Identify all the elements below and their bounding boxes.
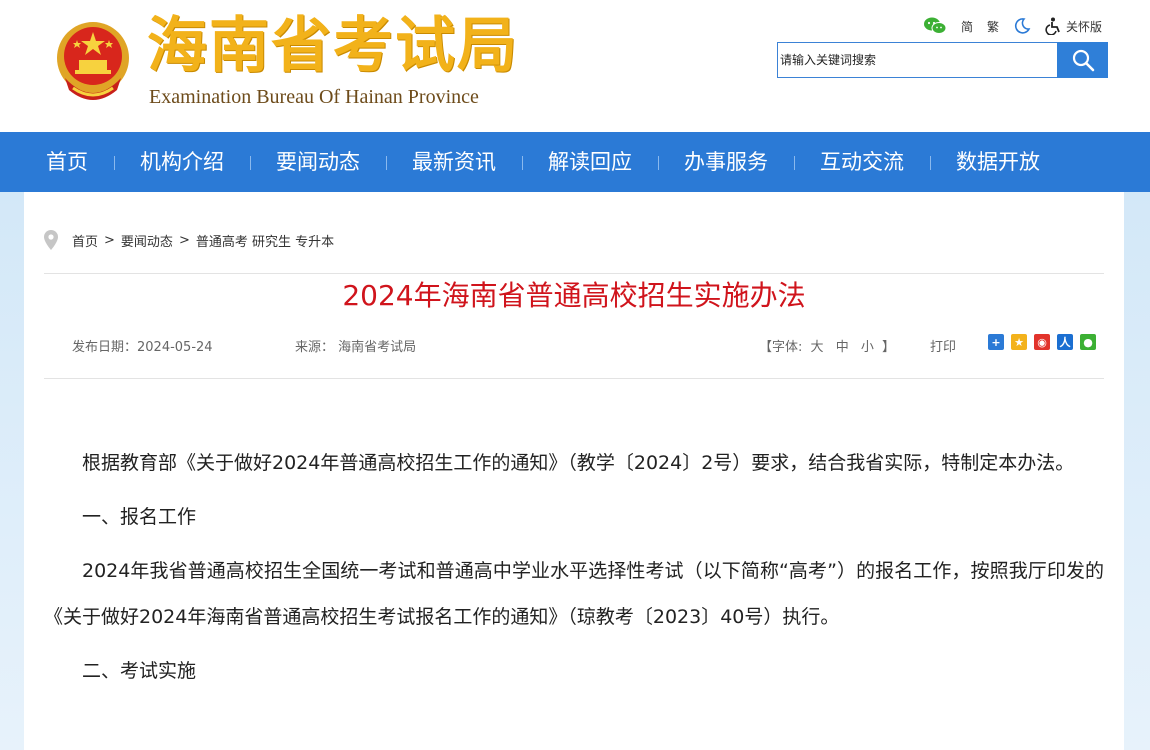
font-size-controls: 【字体: 大 中 小 】 (759, 336, 895, 355)
search-input[interactable] (777, 42, 1057, 78)
accessibility-link[interactable]: 关怀版 (1045, 17, 1102, 35)
section-heading: 二、考试实施 (82, 660, 197, 682)
content-background: 首页 > 要闻动态 > 普通高考 研究生 专升本 2024年海南省普通高校招生实… (0, 192, 1150, 750)
site-header: 海南省考试局 Examination Bureau Of Hainan Prov… (0, 0, 1150, 132)
nav-item-open-data[interactable]: 数据开放 (930, 132, 1066, 192)
share-weibo-icon[interactable]: ◉ (1034, 334, 1050, 350)
site-subtitle: Examination Bureau Of Hainan Province (149, 86, 479, 108)
wheelchair-icon (1045, 17, 1060, 35)
font-label-open: 【字体: (759, 340, 803, 355)
article-source: 来源： 海南省考试局 (295, 340, 417, 355)
nav-item-interaction[interactable]: 互动交流 (794, 132, 930, 192)
paragraph: 根据教育部《关于做好2024年普通高校招生工作的通知》（教学〔2024〕2号）要… (82, 452, 1075, 474)
dark-mode-link[interactable] (1013, 17, 1031, 35)
location-pin-icon (44, 230, 58, 250)
nav-item-latest[interactable]: 最新资讯 (386, 132, 522, 192)
search-button[interactable] (1057, 42, 1108, 78)
font-label-close: 】 (882, 340, 896, 355)
search-bar (777, 42, 1108, 78)
publish-date: 发布日期：2024-05-24 (72, 340, 213, 355)
breadcrumb-separator: > (178, 232, 190, 248)
article-body: 根据教育部《关于做好2024年普通高校招生工作的通知》（教学〔2024〕2号）要… (44, 440, 1104, 702)
font-medium-button[interactable]: 中 (836, 340, 849, 355)
font-large-button[interactable]: 大 (811, 340, 824, 355)
breadcrumb-home[interactable]: 首页 (72, 231, 98, 250)
site-title: 海南省考试局 (147, 11, 519, 81)
breadcrumb-news[interactable]: 要闻动态 (121, 231, 173, 250)
simplified-chinese-link[interactable]: 简 (961, 18, 973, 35)
share-bar: + ★ ◉ 人 ● (988, 334, 1096, 350)
breadcrumb-separator: > (104, 232, 115, 248)
share-renren-icon[interactable]: 人 (1057, 334, 1073, 350)
share-qzone-icon[interactable]: ★ (1011, 334, 1027, 350)
article-title: 2024年海南省普通高校招生实施办法 (342, 279, 806, 312)
search-icon (1072, 49, 1094, 72)
header-tools: 简 繁 关怀版 (923, 14, 1102, 38)
breadcrumb-category[interactable]: 普通高考 研究生 专升本 (196, 231, 334, 250)
nav-item-interpretation[interactable]: 解读回应 (522, 132, 658, 192)
paragraph: 2024年我省普通高校招生全国统一考试和普通高中学业水平选择性考试（以下简称“高… (44, 560, 1104, 628)
article-container: 首页 > 要闻动态 > 普通高考 研究生 专升本 2024年海南省普通高校招生实… (24, 192, 1124, 750)
nav-item-about[interactable]: 机构介绍 (114, 132, 250, 192)
divider (44, 273, 1104, 274)
moon-icon (1014, 18, 1031, 34)
traditional-chinese-link[interactable]: 繁 (987, 18, 999, 35)
font-small-button[interactable]: 小 (861, 340, 874, 355)
divider (44, 378, 1104, 379)
share-more-icon[interactable]: + (988, 334, 1004, 350)
print-button[interactable]: 打印 (930, 336, 956, 355)
nav-item-news[interactable]: 要闻动态 (250, 132, 386, 192)
nav-item-services[interactable]: 办事服务 (658, 132, 794, 192)
section-heading: 一、报名工作 (82, 506, 197, 528)
wechat-link[interactable] (923, 17, 947, 35)
care-version-label: 关怀版 (1065, 19, 1102, 34)
nav-item-home[interactable]: 首页 (20, 132, 114, 192)
national-emblem-icon (57, 22, 129, 100)
main-nav: 首页 机构介绍 要闻动态 最新资讯 解读回应 办事服务 互动交流 数据开放 (0, 132, 1150, 192)
share-wechat-icon[interactable]: ● (1080, 334, 1096, 350)
breadcrumb: 首页 > 要闻动态 > 普通高考 研究生 专升本 (44, 230, 334, 250)
wechat-icon (923, 17, 947, 34)
